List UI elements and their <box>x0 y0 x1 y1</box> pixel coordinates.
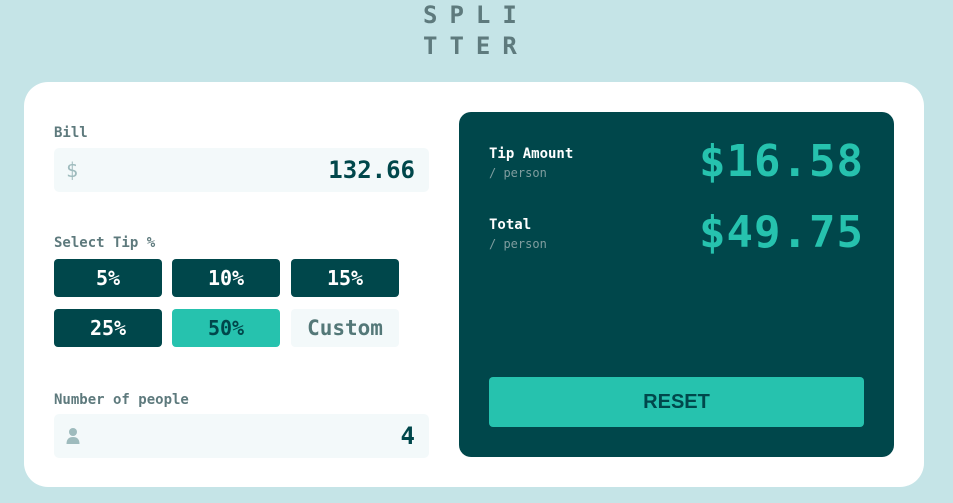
people-label: Number of people <box>54 392 189 408</box>
bill-label: Bill <box>54 125 88 141</box>
results-panel: Tip Amount / person $16.58 Total / perso… <box>459 112 894 457</box>
bill-input-value[interactable]: 132.66 <box>328 156 415 184</box>
people-input-value[interactable]: 4 <box>401 422 415 450</box>
reset-button[interactable]: RESET <box>489 377 864 427</box>
tip-10-button[interactable]: 10% <box>172 259 280 297</box>
tip-amount-value: $16.58 <box>699 136 864 187</box>
dollar-icon: $ <box>66 158 79 182</box>
tip-15-button[interactable]: 15% <box>291 259 399 297</box>
select-tip-label: Select Tip % <box>54 235 156 251</box>
person-icon <box>66 428 80 444</box>
tip-amount-sub: / person <box>489 166 547 180</box>
tip-50-button[interactable]: 50% <box>172 309 280 347</box>
tip-5-button[interactable]: 5% <box>54 259 162 297</box>
tip-amount-label: Tip Amount <box>489 146 574 162</box>
logo-line-2: TTER <box>423 32 529 60</box>
custom-tip-input[interactable]: Custom <box>291 309 399 347</box>
bill-field[interactable]: $ 132.66 <box>54 148 429 192</box>
tip-25-button[interactable]: 25% <box>54 309 162 347</box>
total-sub: / person <box>489 237 547 251</box>
logo-line-1: SPLI <box>423 1 529 29</box>
total-label: Total <box>489 217 532 233</box>
calculator-card: Bill $ 132.66 Select Tip % 5% 10% 15% 25… <box>24 82 924 487</box>
total-value: $49.75 <box>699 207 864 258</box>
app-logo: SPLI TTER <box>423 0 533 62</box>
people-field[interactable]: 4 <box>54 414 429 458</box>
